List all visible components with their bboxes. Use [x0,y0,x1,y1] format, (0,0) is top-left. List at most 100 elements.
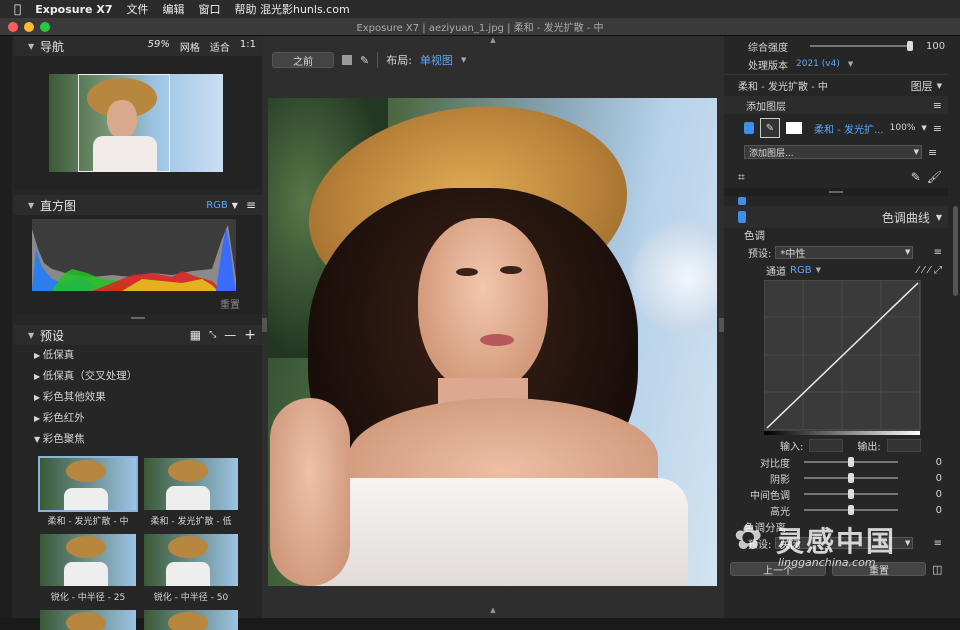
curve-preset-select[interactable]: *中性 ▼ [775,245,914,260]
panel-toggle-icon[interactable] [738,211,746,223]
reset-button[interactable]: 重置 [832,562,926,577]
layers-tab[interactable]: 图层 [911,78,933,94]
top-panel-toggle[interactable]: ▲ [262,36,724,46]
preset-group[interactable]: ▶ 彩色其他效果 [34,387,262,408]
collapse-triangle-icon[interactable]: ▼ [28,42,34,51]
navigator-preview[interactable] [14,56,262,189]
tone-curve-header[interactable]: 色调曲线 ▼ [724,206,948,228]
brush-icon[interactable]: ✎ [360,54,369,67]
tone-slider[interactable] [804,457,898,467]
menu-edit[interactable]: 编辑 [162,1,184,17]
eyedropper-white-icon[interactable]: ⁄ [928,265,930,276]
panel-resize-handle[interactable] [14,315,262,321]
menu-icon[interactable]: ≡ [934,247,942,258]
remove-preset-icon[interactable]: — [224,328,236,342]
chevron-down-icon[interactable]: ▼ [232,201,238,210]
tone-slider-knob[interactable] [848,489,854,499]
tone-curve-graph[interactable] [764,280,924,436]
eyedropper-black-icon[interactable]: ⁄ [917,265,919,276]
menu-help[interactable]: 帮助 混光影hunls.com [234,1,349,17]
tone-slider-knob[interactable] [848,505,854,515]
up-arrow-icon[interactable]: ▲ [490,36,495,46]
expand-icon[interactable]: ⤢ [934,265,942,276]
menu-icon[interactable]: ≡ [934,538,942,549]
collapse-all-icon[interactable]: ⤡ [209,330,216,340]
navigator-grid[interactable]: 网格 [180,39,200,54]
chevron-down-icon[interactable]: ▼ [937,82,942,90]
add-layer-dropdown[interactable]: 添加图层... ▼ [744,145,922,159]
layer-opacity[interactable]: 100% [890,123,916,133]
version-select[interactable]: 2021 (v4) [796,59,840,69]
preset-thumb[interactable] [144,534,238,586]
strength-slider[interactable] [810,41,913,51]
pencil-icon[interactable]: ✎ [911,170,921,184]
preset-group[interactable]: ▶ 低保真（交叉处理） [34,366,262,387]
collapse-triangle-icon[interactable]: ▼ [28,331,34,340]
layout-select[interactable]: 单视图 [420,52,453,68]
grid-view-icon[interactable]: ▦ [190,328,201,342]
panel-resize-handle[interactable] [724,188,948,196]
split-preset-row: 预设: 关闭 ▼ ≡ [724,536,948,551]
menu-icon[interactable]: ≡ [928,146,937,159]
menu-window[interactable]: 窗口 [198,1,220,17]
chevron-down-icon[interactable]: ▼ [848,60,853,68]
main-photo[interactable] [268,98,717,586]
layer-item[interactable]: ✎ 柔和 - 发光扩... 100% ▼ ≡ [724,114,948,142]
navigator-zoom[interactable]: 59% [148,39,170,54]
bottom-panel-toggle[interactable]: ▲ [262,606,724,618]
add-preset-icon[interactable]: + [244,327,256,343]
histogram-reset[interactable]: 重置 [220,296,240,311]
apple-icon[interactable]:  [14,2,21,16]
navigator-1to1[interactable]: 1:1 [240,39,256,54]
app-menu[interactable]: Exposure X7 [35,3,112,16]
chevron-down-icon[interactable]: ▼ [461,56,466,64]
strength-slider-knob[interactable] [907,41,913,51]
navigator-view-box[interactable] [78,74,170,172]
panel-toggle-icon[interactable] [738,197,746,205]
layer-visibility-icon[interactable] [744,122,754,134]
panel-layout-icon[interactable]: ◫ [932,563,942,576]
preset-thumb[interactable] [144,610,238,630]
presets-header[interactable]: ▼ 预设 ▦ ⤡ — + [14,325,262,345]
input-field[interactable] [809,438,844,452]
preset-thumb[interactable] [40,534,136,586]
collapse-triangle-icon[interactable]: ▼ [936,213,942,222]
split-preset-select[interactable]: 关闭 ▼ [775,537,914,551]
preset-group[interactable]: ▼ 彩色聚焦 [34,429,262,450]
menu-icon[interactable]: ≡ [933,99,942,112]
up-arrow-icon[interactable]: ▲ [490,606,495,618]
layer-name[interactable]: 柔和 - 发光扩... [814,121,884,136]
left-panel-toggle[interactable] [262,318,267,332]
layer-mask-thumb[interactable] [786,122,802,134]
tone-slider[interactable] [804,473,898,483]
histogram-mode[interactable]: RGB [206,200,228,211]
chevron-down-icon[interactable]: ▼ [921,124,926,132]
right-scrollbar[interactable] [953,206,958,296]
previous-button[interactable]: 上一个 [730,562,826,577]
preset-thumb[interactable] [40,610,136,630]
output-field[interactable] [886,438,921,452]
collapse-triangle-icon[interactable]: ▼ [28,201,34,210]
menu-icon[interactable]: ≡ [933,122,942,135]
tone-slider[interactable] [804,489,898,499]
brush-icon[interactable]: 🖌 [927,170,942,184]
navigator-header[interactable]: ▼ 导航 59% 网格 适合 1:1 [14,36,262,56]
compare-toggle-icon[interactable] [342,55,352,65]
tone-slider-knob[interactable] [848,473,854,483]
menu-icon[interactable]: ≡ [246,198,256,212]
navigator-fit[interactable]: 适合 [210,39,230,54]
preset-group[interactable]: ▶ 彩色红外 [34,408,262,429]
channel-select[interactable]: RGB [790,265,812,276]
tone-slider[interactable] [804,505,898,515]
chevron-down-icon[interactable]: ▼ [816,266,821,274]
histogram-header[interactable]: ▼ 直方图 RGB ▼ ≡ [14,195,262,215]
eyedropper-gray-icon[interactable]: ⁄ [923,265,925,276]
preset-thumb[interactable] [144,458,238,510]
preset-thumb[interactable] [38,456,138,512]
before-button[interactable]: 之前 [272,52,334,68]
crop-icon[interactable]: ⌗ [738,170,745,185]
layer-brush-thumb-icon[interactable]: ✎ [760,118,780,138]
preset-group[interactable]: ▶ 低保真 [34,345,262,366]
menu-file[interactable]: 文件 [126,1,148,17]
tone-slider-knob[interactable] [848,457,854,467]
